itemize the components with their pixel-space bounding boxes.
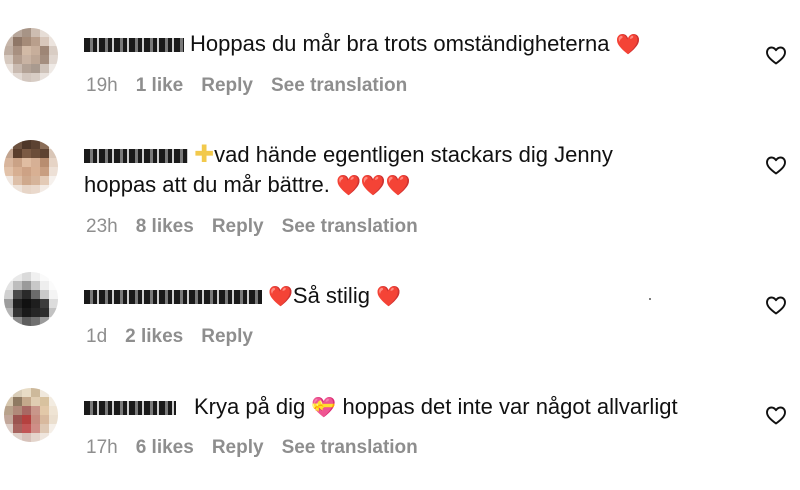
reply-button[interactable]: Reply bbox=[201, 75, 253, 96]
avatar[interactable] bbox=[4, 28, 58, 82]
stray-dot bbox=[649, 298, 651, 300]
comment-time: 17h bbox=[86, 437, 118, 458]
heart-emoji-icon: ❤️ bbox=[615, 34, 641, 56]
likes-count[interactable]: 6 likes bbox=[136, 437, 194, 458]
comment-body: Så stilig bbox=[292, 283, 370, 308]
comment-text: ✚vad hände egentligen stackars dig Jenny bbox=[84, 140, 740, 170]
reply-button[interactable]: Reply bbox=[212, 216, 264, 237]
badge-icon: ✚ bbox=[194, 141, 215, 168]
comment-text: Hoppas du mår bra trots omständigheterna… bbox=[84, 29, 740, 60]
avatar[interactable] bbox=[4, 140, 58, 194]
see-translation-link[interactable]: See translation bbox=[282, 437, 418, 458]
username[interactable] bbox=[84, 401, 176, 416]
comment-body-2: hoppas att du mår bättre. bbox=[84, 172, 330, 197]
heart-outline-icon[interactable] bbox=[764, 403, 788, 427]
comment-body-rest: hoppas det inte var något allvarligt bbox=[342, 394, 678, 419]
comment-time: 19h bbox=[86, 75, 118, 96]
heart-outline-icon[interactable] bbox=[764, 153, 788, 177]
heart-outline-icon[interactable] bbox=[764, 293, 788, 317]
username[interactable] bbox=[84, 38, 184, 53]
likes-count[interactable]: 8 likes bbox=[136, 216, 194, 237]
heart-gift-emoji-icon: 💝 bbox=[311, 397, 337, 419]
hearts-emoji-icon: ❤️❤️❤️ bbox=[335, 175, 411, 197]
see-translation-link[interactable]: See translation bbox=[282, 216, 418, 237]
reply-button[interactable]: Reply bbox=[201, 326, 253, 347]
username[interactable] bbox=[84, 149, 188, 164]
heart-emoji-icon: ❤️ bbox=[376, 286, 401, 308]
comment-text: Krya på dig 💝 hoppas det inte var något … bbox=[84, 392, 740, 423]
comment-text: ❤️Så stilig ❤️ bbox=[84, 281, 740, 312]
username[interactable] bbox=[84, 290, 262, 305]
comment-time: 1d bbox=[86, 326, 108, 347]
comment-body: vad hände egentligen stackars dig Jenny bbox=[214, 142, 613, 167]
comment-text-line2: hoppas att du mår bättre. ❤️❤️❤️ bbox=[84, 170, 740, 201]
see-translation-link[interactable]: See translation bbox=[271, 75, 407, 96]
avatar[interactable] bbox=[4, 272, 58, 326]
comment-time: 23h bbox=[86, 216, 118, 237]
heart-outline-icon[interactable] bbox=[764, 43, 788, 67]
comment-body: Krya på dig bbox=[194, 394, 306, 419]
avatar[interactable] bbox=[4, 388, 58, 442]
likes-count[interactable]: 2 likes bbox=[125, 326, 183, 347]
heart-emoji-icon: ❤️ bbox=[268, 286, 293, 308]
reply-button[interactable]: Reply bbox=[212, 437, 264, 458]
likes-count[interactable]: 1 like bbox=[136, 75, 184, 96]
comment-body: Hoppas du mår bra trots omständigheterna bbox=[190, 31, 610, 56]
